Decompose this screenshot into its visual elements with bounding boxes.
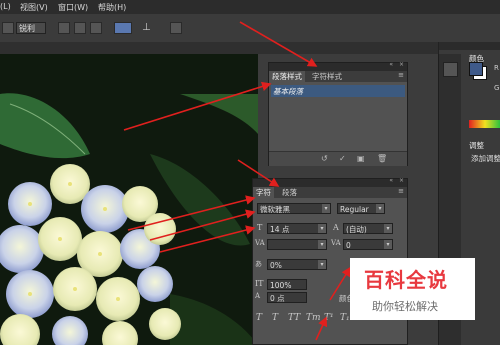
arrow-to-font-size xyxy=(149,209,256,241)
watermark-subtitle: 助你轻松解决 xyxy=(372,300,438,313)
watermark-title: 百科全说 xyxy=(364,268,448,292)
arrow-to-color xyxy=(329,266,351,301)
arrow-to-type-buttons xyxy=(315,316,328,341)
arrow-to-font-family xyxy=(127,195,256,231)
arrow-to-paragraph-styles xyxy=(123,81,272,131)
arrow-to-kerning xyxy=(159,225,256,253)
arrow-to-character-styles-tab xyxy=(239,21,318,67)
arrow-to-paragraph-tab xyxy=(237,159,280,187)
watermark-logo: 百科全说 助你轻松解决 xyxy=(350,258,475,320)
